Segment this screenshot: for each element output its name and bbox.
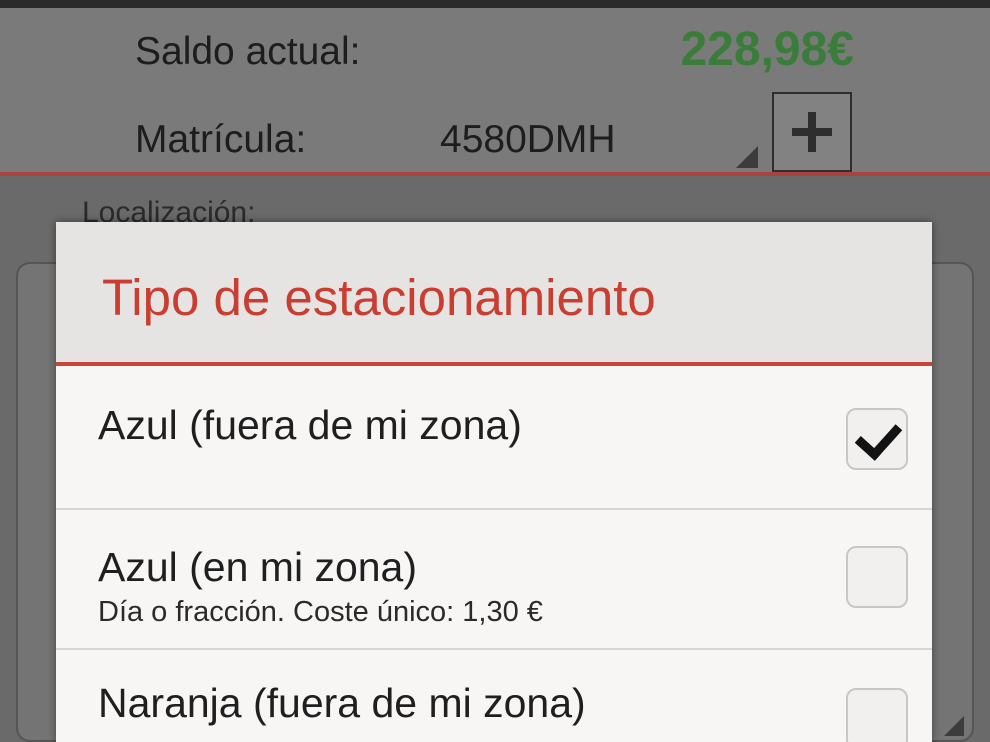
option-label: Azul (fuera de mi zona) [98, 402, 522, 448]
option-checkbox[interactable] [846, 546, 908, 608]
balance-label: Saldo actual: [135, 30, 361, 73]
dialog-header: Tipo de estacionamiento [56, 222, 932, 366]
dropdown-corner-icon [944, 716, 964, 736]
option-label: Azul (en mi zona) [98, 544, 418, 590]
option-label: Naranja (fuera de mi zona) [98, 680, 586, 726]
balance-value: 228,98€ [680, 23, 854, 76]
option-naranja-fuera[interactable]: Naranja (fuera de mi zona) [56, 648, 932, 742]
dropdown-corner-icon [736, 146, 758, 168]
dialog-title: Tipo de estacionamiento [102, 269, 656, 326]
plate-value: 4580DMH [440, 118, 616, 161]
option-azul-fuera[interactable]: Azul (fuera de mi zona) [56, 366, 932, 510]
parking-type-dialog: Tipo de estacionamiento Azul (fuera de m… [56, 222, 932, 742]
option-description: Día o fracción. Coste único: 1,30 € [98, 596, 543, 628]
plus-icon [808, 112, 816, 152]
status-bar [0, 0, 990, 8]
add-plate-button[interactable] [772, 92, 852, 172]
option-checkbox[interactable] [846, 408, 908, 470]
plate-label: Matrícula: [135, 118, 307, 161]
account-header: Saldo actual: 228,98€ Matrícula: 4580DMH [0, 8, 990, 175]
option-checkbox[interactable] [846, 688, 908, 742]
checkmark-icon [854, 412, 903, 461]
plate-select[interactable]: 4580DMH [400, 112, 762, 174]
option-azul-en-zona[interactable]: Azul (en mi zona) Día o fracción. Coste … [56, 508, 932, 650]
